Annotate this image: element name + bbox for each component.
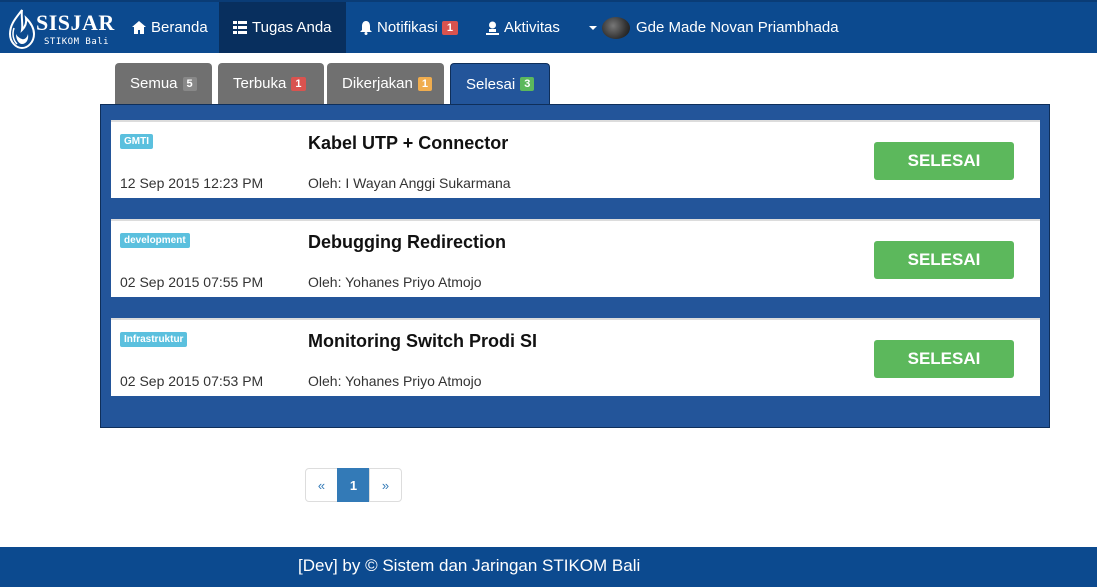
caret-down-icon [589, 25, 597, 30]
task-date: 02 Sep 2015 07:55 PM [120, 274, 264, 290]
nav-tasks[interactable]: Tugas Anda [219, 2, 346, 53]
brand-title: SISJAR [36, 10, 115, 35]
tab-selesai[interactable]: Selesai 3 [450, 63, 550, 104]
top-navbar: SISJAR STIKOM Bali Beranda Tugas Anda No… [0, 0, 1097, 53]
tab-count-badge: 5 [182, 76, 197, 91]
task-date: 12 Sep 2015 12:23 PM [120, 175, 264, 191]
task-author: Oleh: Yohanes Priyo Atmojo [308, 373, 482, 389]
nav-notifications-label: Notifikasi [377, 19, 438, 36]
pagination-prev[interactable]: « [305, 468, 338, 502]
home-icon [132, 21, 146, 34]
task-card: GMTI Kabel UTP + Connector 12 Sep 2015 1… [111, 120, 1040, 198]
task-author: Oleh: I Wayan Anggi Sukarmana [308, 175, 511, 191]
task-author: Oleh: Yohanes Priyo Atmojo [308, 274, 482, 290]
tab-count-badge: 1 [291, 76, 306, 91]
category-tag: GMTI [120, 134, 153, 149]
nav-home-label: Beranda [151, 19, 208, 36]
selesai-button[interactable]: SELESAI [874, 340, 1014, 378]
task-list-panel: GMTI Kabel UTP + Connector 12 Sep 2015 1… [100, 104, 1050, 428]
table-icon [233, 21, 247, 34]
tab-count-badge: 3 [520, 77, 535, 91]
user-menu[interactable]: Gde Made Novan Priambhada [575, 2, 853, 53]
tab-count-badge: 1 [417, 76, 432, 91]
tab-terbuka[interactable]: Terbuka 1 [218, 63, 324, 104]
notification-count-badge: 1 [441, 20, 458, 35]
selesai-button[interactable]: SELESAI [874, 142, 1014, 180]
task-date: 02 Sep 2015 07:53 PM [120, 373, 264, 389]
user-name: Gde Made Novan Priambhada [636, 19, 839, 36]
pagination-page-1[interactable]: 1 [337, 468, 370, 502]
task-card: Infrastruktur Monitoring Switch Prodi SI… [111, 318, 1040, 396]
tab-label: Terbuka [233, 75, 287, 92]
category-tag: Infrastruktur [120, 332, 188, 347]
nav-tasks-label: Tugas Anda [252, 19, 332, 36]
avatar [602, 16, 630, 39]
tab-label: Selesai [466, 75, 516, 93]
nav-home[interactable]: Beranda [118, 2, 222, 53]
nav-activity[interactable]: Aktivitas [472, 2, 574, 53]
task-card: development Debugging Redirection 02 Sep… [111, 219, 1040, 297]
task-title[interactable]: Monitoring Switch Prodi SI [308, 331, 537, 352]
user-icon [486, 21, 499, 35]
nav-notifications[interactable]: Notifikasi 1 [346, 2, 472, 53]
category-tag: development [120, 233, 190, 248]
pagination: « 1 » [305, 468, 402, 502]
tab-label: Dikerjakan [342, 75, 413, 92]
tab-label: Semua [130, 75, 178, 92]
tab-dikerjakan[interactable]: Dikerjakan 1 [327, 63, 444, 104]
task-title[interactable]: Kabel UTP + Connector [308, 133, 508, 154]
brand[interactable]: SISJAR STIKOM Bali [6, 8, 114, 52]
bell-icon [360, 20, 372, 35]
tab-semua[interactable]: Semua 5 [115, 63, 212, 104]
footer: [Dev] by © Sistem dan Jaringan STIKOM Ba… [0, 547, 1097, 587]
nav-activity-label: Aktivitas [504, 19, 560, 36]
flame-logo-icon [8, 9, 36, 50]
pagination-next[interactable]: » [369, 468, 402, 502]
footer-text: [Dev] by © Sistem dan Jaringan STIKOM Ba… [298, 556, 641, 575]
brand-subtitle: STIKOM Bali [44, 37, 110, 47]
task-title[interactable]: Debugging Redirection [308, 232, 506, 253]
selesai-button[interactable]: SELESAI [874, 241, 1014, 279]
